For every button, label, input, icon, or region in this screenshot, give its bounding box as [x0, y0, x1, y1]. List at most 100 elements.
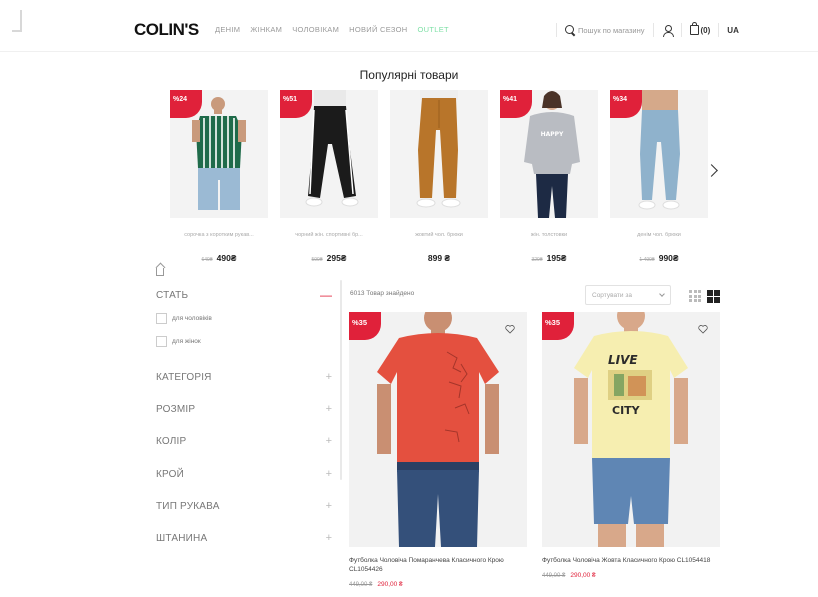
product-card[interactable]: LIVE CITY %35 Футболка Чоловіча Жовта Кл… [542, 312, 720, 579]
filter-label: КАТЕГОРІЯ [156, 371, 212, 383]
expand-icon[interactable]: + [326, 435, 332, 447]
option-label: для жінок [172, 338, 201, 345]
chevron-down-icon [659, 291, 665, 297]
divider [680, 23, 682, 37]
header-actions: Пошук по магазину (0) UA [548, 22, 739, 38]
search-placeholder: Пошук по магазину [578, 25, 645, 35]
collapse-icon[interactable]: — [320, 288, 332, 302]
popular-product-card[interactable]: %24 сорочка з коротким рукав... 649₴ 490… [170, 90, 268, 263]
language-switch[interactable]: UA [727, 26, 739, 35]
heart-icon[interactable] [505, 324, 515, 334]
product-name[interactable]: жін. толстовки [500, 232, 598, 238]
divider [652, 23, 654, 37]
user-icon[interactable] [662, 24, 674, 37]
product-image[interactable]: HAPPY %41 [500, 90, 598, 218]
expand-icon[interactable]: + [326, 403, 332, 415]
expand-icon[interactable]: + [326, 371, 332, 383]
current-price: 295₴ [326, 253, 347, 263]
checkbox[interactable] [156, 313, 167, 324]
heart-icon[interactable] [698, 324, 708, 334]
filter-size[interactable]: РОЗМІР + [156, 403, 332, 415]
old-price: 599₴ [311, 257, 323, 263]
popular-product-card[interactable]: HAPPY %41 жін. толстовки 329₴ 195₴ [500, 90, 598, 263]
svg-text:HAPPY: HAPPY [541, 131, 564, 138]
filter-scrollbar[interactable] [340, 280, 342, 480]
current-price: 195₴ [546, 253, 567, 263]
main-nav: ДЕНІМ ЖІНКАМ ЧОЛОВІКАМ НОВИЙ СЕЗОН OUTLE… [215, 25, 449, 34]
sort-placeholder: Сортувати за [592, 291, 632, 299]
site-header: COLIN'S ДЕНІМ ЖІНКАМ ЧОЛОВІКАМ НОВИЙ СЕЗ… [0, 0, 818, 52]
popular-products-title: Популярні товари [359, 68, 459, 82]
filter-gender[interactable]: СТАТЬ — [156, 288, 332, 302]
expand-icon[interactable]: + [326, 468, 332, 480]
grid-three-columns-icon[interactable] [689, 290, 701, 302]
checkbox[interactable] [156, 336, 167, 347]
expand-icon[interactable]: + [326, 500, 332, 512]
popular-product-card[interactable]: %51 чорний жін. спортивні бр... 599₴ 295… [280, 90, 378, 263]
current-price: 899 ₴ [427, 253, 451, 263]
filter-option-women[interactable]: для жінок [156, 336, 201, 347]
product-image[interactable]: %51 [280, 90, 378, 218]
grid-two-columns-icon[interactable] [707, 290, 720, 303]
expand-icon[interactable]: + [326, 532, 332, 544]
divider [718, 23, 720, 37]
filter-label: РОЗМІР [156, 403, 196, 415]
brand-logo[interactable]: COLIN'S [134, 20, 199, 40]
product-image[interactable] [390, 90, 488, 218]
search-icon [565, 25, 575, 35]
divider [556, 23, 557, 37]
popular-products-carousel: %24 сорочка з коротким рукав... 649₴ 490… [170, 90, 710, 270]
product-name[interactable]: жовтий чол. брюки [390, 232, 488, 238]
product-name[interactable]: денім чол. брюки [610, 232, 708, 238]
filter-leg[interactable]: ШТАНИНА + [156, 532, 332, 544]
product-name[interactable]: чорний жін. спортивні бр... [280, 232, 378, 238]
current-price: 990₴ [658, 253, 679, 263]
filter-label: КОЛІР [156, 435, 187, 447]
product-name[interactable]: Футболка Чоловіча Жовта Класичного Крою … [542, 556, 712, 565]
product-price: 599₴ 295₴ [280, 253, 378, 263]
product-price: 1 499₴ 990₴ [610, 253, 708, 263]
product-image[interactable]: %35 [349, 312, 527, 547]
filter-label: СТАТЬ [156, 289, 189, 301]
shopping-bag-icon [689, 22, 699, 35]
old-price: 329₴ [531, 257, 543, 263]
product-image[interactable]: %24 [170, 90, 268, 218]
product-price: 449,00 ₴ 290,00 ₴ [349, 581, 527, 588]
search-trigger[interactable]: Пошук по магазину [565, 25, 645, 35]
current-price: 290,00 ₴ [377, 581, 403, 588]
product-name[interactable]: сорочка з коротким рукав... [170, 232, 268, 238]
current-price: 490₴ [216, 253, 237, 263]
product-price: 329₴ 195₴ [500, 253, 598, 263]
product-image[interactable]: %34 [610, 90, 708, 218]
old-price: 449,00 ₴ [542, 573, 566, 579]
cart-count: (0) [700, 25, 711, 35]
popular-product-card[interactable]: жовтий чол. брюки 899 ₴ [390, 90, 488, 263]
old-price: 1 499₴ [639, 257, 655, 263]
option-label: для чоловіків [172, 315, 212, 322]
product-image[interactable]: LIVE CITY %35 [542, 312, 720, 547]
filter-label: КРОЙ [156, 468, 185, 480]
cart-button[interactable]: (0) [689, 22, 711, 35]
nav-item-women[interactable]: ЖІНКАМ [250, 25, 282, 34]
home-icon[interactable] [156, 268, 164, 276]
current-price: 290,00 ₴ [570, 572, 596, 579]
product-card[interactable]: %35 Футболка Чоловіча Помаранчева Класич… [349, 312, 527, 588]
product-price: 899 ₴ [390, 253, 488, 263]
nav-item-outlet[interactable]: OUTLET [418, 25, 449, 34]
results-count: 6013 Товар знайдено [350, 290, 415, 297]
sort-dropdown[interactable]: Сортувати за [585, 285, 671, 305]
popular-product-card[interactable]: %34 денім чол. брюки 1 499₴ 990₴ [610, 90, 708, 263]
nav-item-denim[interactable]: ДЕНІМ [215, 25, 240, 34]
filter-category[interactable]: КАТЕГОРІЯ + [156, 371, 332, 383]
product-price: 449,00 ₴ 290,00 ₴ [542, 572, 720, 579]
svg-text:LIVE: LIVE [608, 353, 638, 367]
nav-item-men[interactable]: ЧОЛОВІКАМ [292, 25, 339, 34]
product-name[interactable]: Футболка Чоловіча Помаранчева Класичного… [349, 556, 519, 574]
filter-label: ТИП РУКАВА [156, 500, 220, 512]
filter-option-men[interactable]: для чоловіків [156, 313, 212, 324]
old-price: 449,00 ₴ [349, 582, 373, 588]
nav-item-new-season[interactable]: НОВИЙ СЕЗОН [349, 25, 407, 34]
filter-sleeve-type[interactable]: ТИП РУКАВА + [156, 500, 332, 512]
filter-color[interactable]: КОЛІР + [156, 435, 332, 447]
filter-fit[interactable]: КРОЙ + [156, 468, 332, 480]
